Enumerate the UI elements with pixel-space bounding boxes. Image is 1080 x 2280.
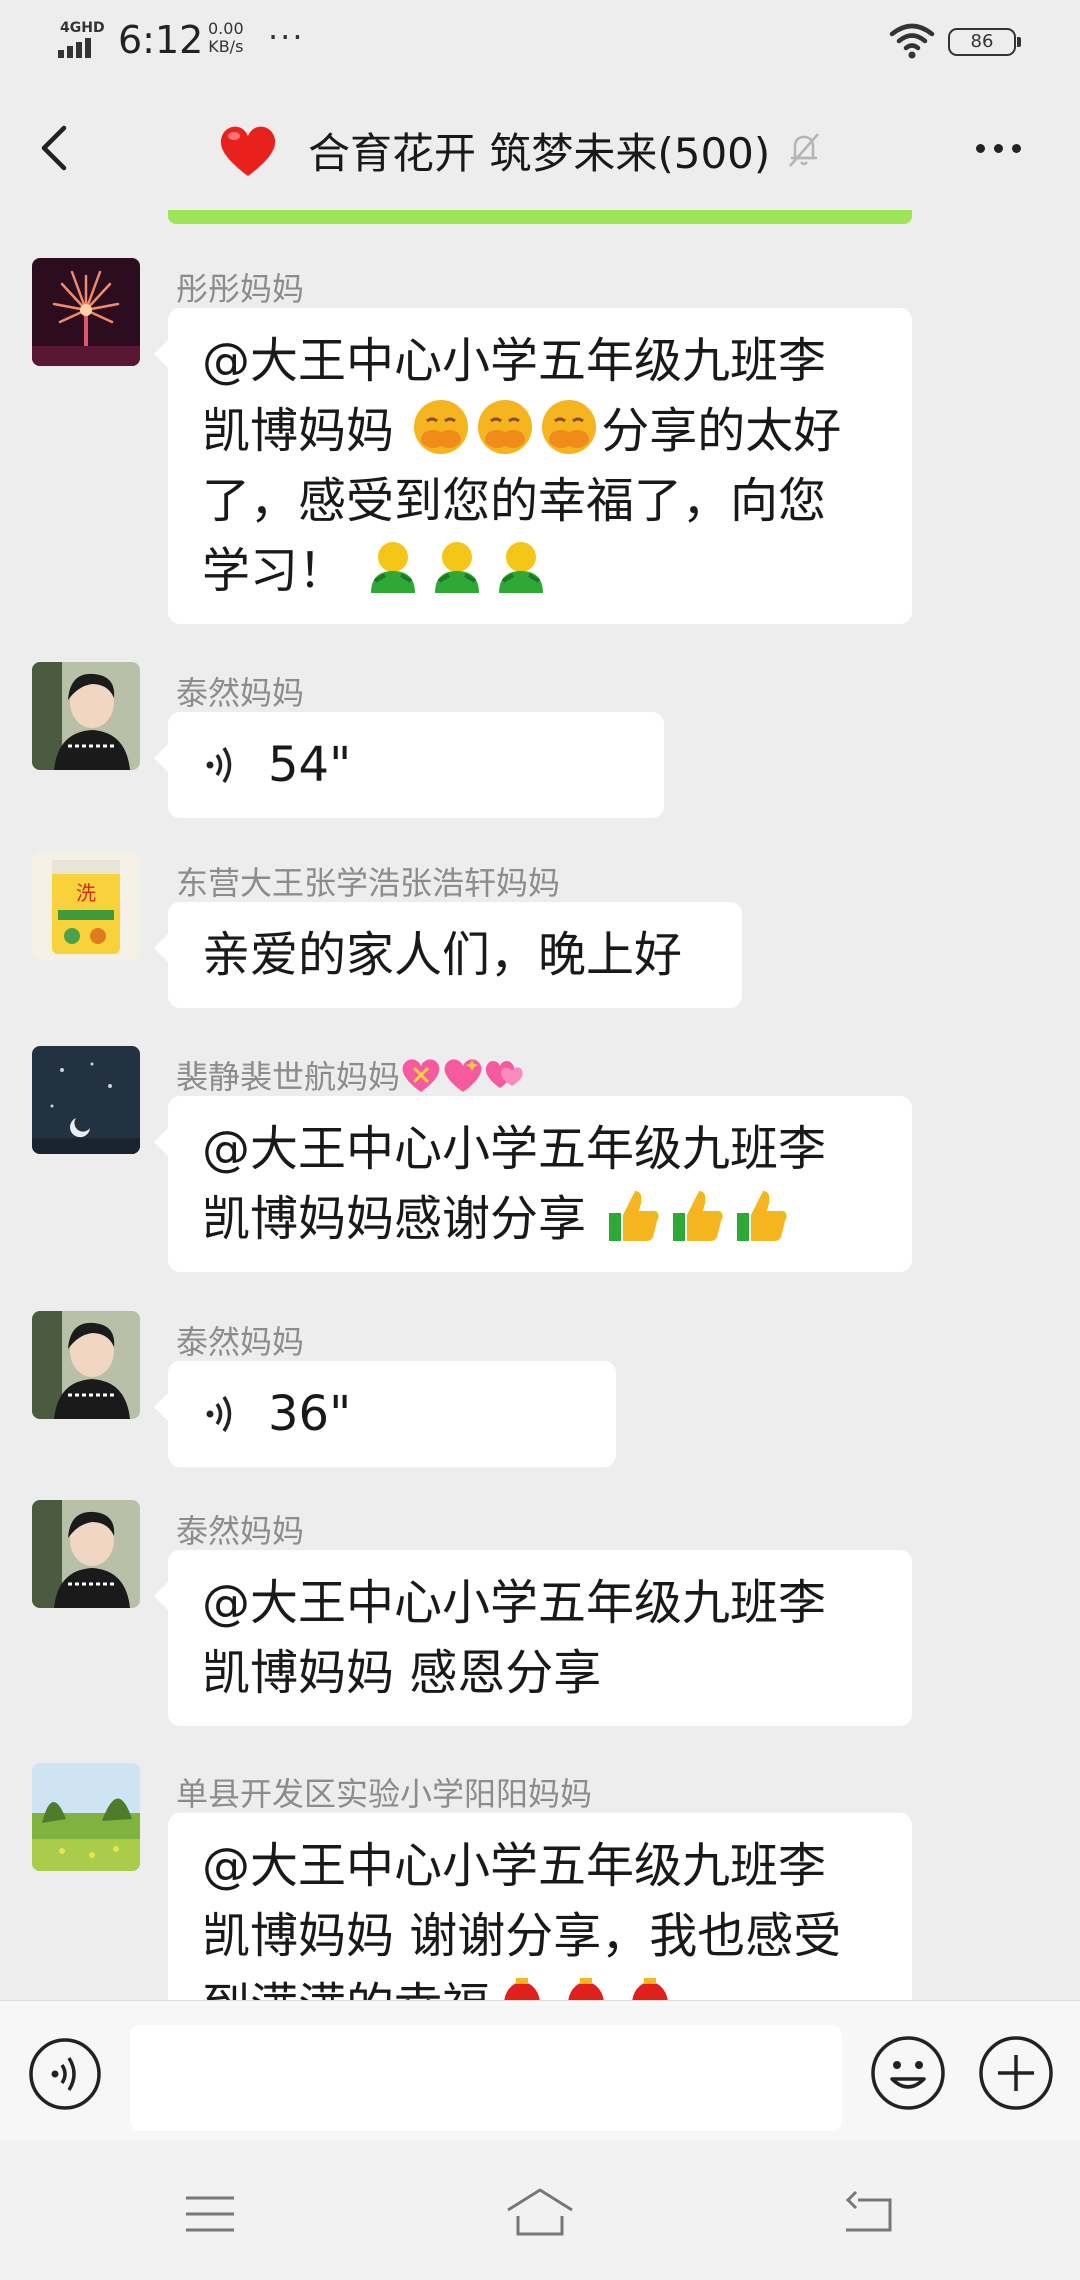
face-with-hand-over-mouth-icon [411, 397, 471, 457]
sender-name: 泰然妈妈 [176, 674, 305, 712]
heart-with-ribbon-icon [484, 1056, 526, 1094]
voice-message-bubble[interactable]: 54" [154, 712, 664, 818]
avatar[interactable] [32, 258, 140, 366]
avatar[interactable] [32, 1763, 140, 1871]
message-text: 了，感受到您的幸福了，向您 [202, 473, 827, 529]
message-text: @大王中心小学五年级九班李 [202, 1838, 827, 1894]
chat-title-area[interactable]: 合育花开 筑梦未来(500) [218, 118, 822, 182]
heart-with-ribbon-icon [442, 1056, 484, 1094]
chat-header: 合育花开 筑梦未来(500) [0, 80, 1080, 214]
speed-unit: KB/s [208, 37, 244, 56]
thumbs-up-icon [731, 1185, 791, 1245]
message-bubble[interactable]: @大王中心小学五年级九班李 凯博妈妈 感恩分享 [154, 1550, 912, 1726]
voice-wave-icon [206, 747, 232, 783]
menu-icon[interactable] [184, 2194, 236, 2234]
sender-name: 泰然妈妈 [176, 1323, 305, 1361]
voice-input-icon[interactable] [28, 2037, 102, 2111]
sender-name-text: 裴静裴世航妈妈 [176, 1058, 401, 1096]
message-text: 凯博妈妈 [202, 403, 410, 459]
wifi-icon [888, 20, 936, 60]
message-text: @大王中心小学五年级九班李 [202, 333, 827, 389]
thumbs-up-icon [603, 1185, 663, 1245]
voice-duration: 36" [268, 1386, 352, 1442]
thumbs-up-icon [667, 1185, 727, 1245]
message-text: @大王中心小学五年级九班李 [202, 1575, 827, 1631]
signal-icon: 4GHD [58, 20, 106, 60]
message-text: 分享的太好 [601, 403, 842, 459]
voice-message-bubble[interactable]: 36" [154, 1361, 616, 1467]
back-arrow-icon[interactable] [30, 118, 80, 178]
face-with-hand-over-mouth-icon [475, 397, 535, 457]
sender-name: 彤彤妈妈 [176, 270, 305, 308]
plus-icon[interactable] [978, 2035, 1054, 2111]
sender-name: 单县开发区实验小学阳阳妈妈 [176, 1775, 593, 1813]
message-bubble[interactable]: @大王中心小学五年级九班李 凯博妈妈 分享的太好 了，感受到您的幸福了，向您 学… [154, 308, 912, 624]
sender-name: 裴静裴世航妈妈 [176, 1052, 526, 1098]
green-hug-figure-icon [491, 537, 551, 597]
green-hug-figure-icon [363, 537, 423, 597]
message-text: 亲爱的家人们，晚上好 [202, 927, 683, 983]
battery-indicator: 86 [948, 28, 1021, 56]
mute-bell-icon [786, 130, 822, 170]
sender-name: 东营大王张学浩张浩轩妈妈 [176, 864, 561, 902]
message-text: @大王中心小学五年级九班李 [202, 1121, 827, 1177]
green-hug-figure-icon [427, 537, 487, 597]
avatar[interactable] [32, 1046, 140, 1154]
message-text: 学习！ [202, 543, 362, 599]
message-line: 凯博妈妈感谢分享 [202, 1184, 878, 1254]
face-with-hand-over-mouth-icon [539, 397, 599, 457]
sender-name: 泰然妈妈 [176, 1512, 305, 1550]
avatar[interactable] [32, 1311, 140, 1419]
message-text: 凯博妈妈 谢谢分享，我也感受 [202, 1908, 842, 1964]
heart-icon [218, 122, 278, 178]
message-bubble[interactable]: 亲爱的家人们，晚上好 [154, 902, 742, 1008]
network-speed: 0.00 KB/s [208, 20, 244, 56]
svg-text:洗: 洗 [76, 881, 96, 905]
back-nav-icon[interactable] [842, 2190, 894, 2234]
message-text: 凯博妈妈 感恩分享 [202, 1645, 602, 1701]
message-input[interactable] [130, 2025, 842, 2131]
status-time: 6:12 [118, 18, 204, 62]
home-icon[interactable] [504, 2186, 576, 2238]
status-bar: 4GHD 6:12 0.00 KB/s ··· 86 [0, 0, 1080, 80]
avatar[interactable] [32, 662, 140, 770]
avatar[interactable] [32, 1500, 140, 1608]
avatar[interactable]: 洗 [32, 852, 140, 960]
heart-with-ribbon-icon [400, 1056, 442, 1094]
voice-wave-icon [206, 1396, 232, 1432]
voice-duration: 54" [268, 737, 352, 793]
message-line: 学习！ [202, 536, 878, 606]
status-more-icon: ··· [268, 18, 305, 56]
network-type: 4GHD [60, 20, 105, 36]
system-nav-bar [0, 2140, 1080, 2280]
message-line: 凯博妈妈 分享的太好 [202, 396, 878, 466]
pinned-message-strip[interactable] [168, 210, 912, 224]
chat-input-bar [0, 2000, 1080, 2140]
message-text: 凯博妈妈感谢分享 [202, 1191, 602, 1247]
message-bubble[interactable]: @大王中心小学五年级九班李 凯博妈妈感谢分享 [154, 1096, 912, 1272]
chat-title: 合育花开 筑梦未来(500) [308, 128, 771, 178]
more-dots-icon[interactable] [976, 138, 1032, 162]
speed-value: 0.00 [208, 19, 244, 38]
emoji-icon[interactable] [870, 2035, 946, 2111]
